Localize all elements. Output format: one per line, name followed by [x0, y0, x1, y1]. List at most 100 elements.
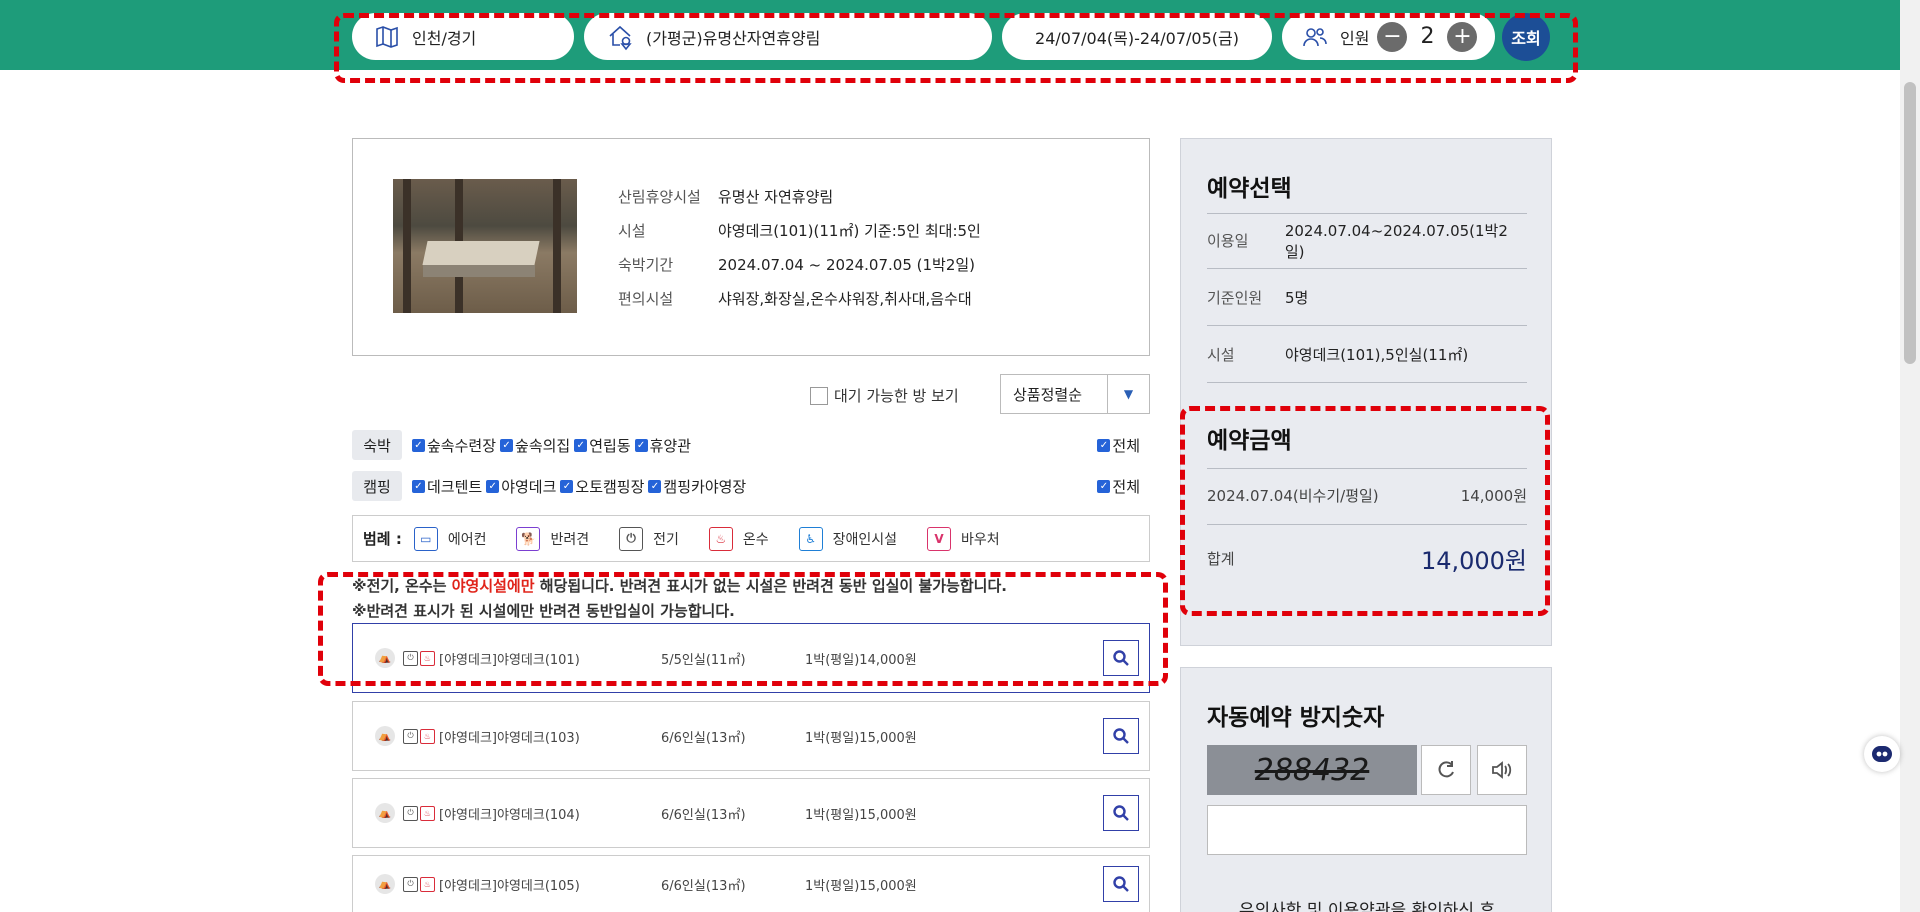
hot-water-icon: ♨ — [420, 728, 435, 744]
room-detail-button[interactable] — [1103, 795, 1139, 831]
facility-row: 산림휴양시설 유명산 자연휴양림 — [618, 187, 834, 206]
captcha-input[interactable] — [1207, 805, 1527, 855]
room-name: [야영데크]야영데크(101) — [439, 652, 580, 668]
speaker-icon — [1492, 761, 1512, 779]
filter-checkbox[interactable]: ✓ 데크텐트 — [412, 476, 482, 497]
price-title: 예약금액 — [1207, 428, 1292, 454]
people-selector: 인원 − 2 + — [1282, 13, 1495, 60]
page-scrollbar[interactable] — [1900, 70, 1920, 912]
scrollbar-top — [1900, 0, 1920, 70]
facility-row: 숙박기간 2024.07.04 ~ 2024.07.05 (1박2일) — [618, 255, 976, 274]
room-name: [야영데크]야영데크(103) — [439, 730, 580, 746]
camping-all-checkbox[interactable]: ✓ 전체 — [1097, 476, 1140, 497]
camping-filter-row: 캠핑 ✓ 데크텐트 ✓ 야영데크 ✓ 오토캠핑장 ✓ 캠핑카야영장 ✓ 전체 — [352, 471, 1150, 501]
room-capacity: 5/5인실(11㎡) — [661, 652, 746, 668]
captcha-title: 자동예약 방지숫자 — [1207, 705, 1385, 731]
room-price: 1박(평일)15,000원 — [805, 878, 917, 894]
room-capacity: 6/6인실(13㎡) — [661, 878, 746, 894]
check-icon: ✓ — [634, 438, 648, 452]
legend-item: ▭ 에어컨 — [413, 526, 486, 551]
filter-checkbox[interactable]: ✓ 연립동 — [574, 435, 631, 456]
legend-title: 범례 : — [363, 530, 402, 548]
region-select[interactable]: 인천/경기 — [352, 13, 574, 60]
date-range-select[interactable]: 24/07/04(목)-24/07/05(금) — [1002, 13, 1272, 60]
room-row[interactable]: ⛺ ⏻ ♨ [야영데크]야영데크(105) 6/6인실(13㎡) 1박(평일)15,… — [352, 855, 1150, 912]
tent-icon: ⛺ — [375, 726, 395, 746]
total-amount: 14,000원 — [1420, 547, 1527, 575]
refresh-icon — [1438, 761, 1454, 778]
hot-water-icon: ♨ — [420, 805, 435, 821]
room-row[interactable]: ⛺ ⏻ ♨ [야영데크]야영데크(103) 6/6인실(13㎡) 1박(평일)15,… — [352, 701, 1150, 771]
electricity-icon: ⏻ — [403, 728, 418, 744]
check-icon: ✓ — [1097, 438, 1111, 452]
filter-checkbox[interactable]: ✓ 휴양관 — [634, 435, 691, 456]
captcha-audio-button[interactable] — [1477, 745, 1527, 795]
facility-info-box: 산림휴양시설 유명산 자연휴양림 시설 야영데크(101)(11㎡) 기준:5인 최… — [352, 138, 1150, 356]
room-row[interactable]: ⛺ ⏻ ♨ [야영데크]야영데크(101) 5/5인실(11㎡) 1박(평일)14,… — [352, 623, 1150, 693]
legend-item: 🐕 반려견 — [516, 526, 589, 551]
notice-pet: ※반려견 표시가 된 시설에만 반려견 동반입실이 가능합니다. — [352, 602, 735, 620]
room-detail-button[interactable] — [1103, 718, 1139, 754]
check-icon: ✓ — [648, 479, 662, 493]
filter-checkbox[interactable]: ✓ 캠핑카야영장 — [648, 476, 746, 497]
facility-photo — [393, 179, 577, 313]
increase-people-button[interactable]: + — [1447, 21, 1478, 52]
waitlist-checkbox[interactable] — [810, 386, 828, 405]
chatbot-icon[interactable] — [1864, 736, 1900, 772]
forest-select[interactable]: (가평군)유명산자연휴양림 — [584, 13, 992, 60]
home-location-icon — [606, 22, 636, 52]
tent-icon: ⛺ — [375, 648, 395, 668]
room-name: [야영데크]야영데크(104) — [439, 807, 580, 823]
chevron-down-icon: ▼ — [1107, 375, 1149, 413]
air-conditioner-icon: ▭ — [413, 526, 438, 551]
reservation-summary-panel: 예약선택 이용일 2024.07.04~2024.07.05(1박2일) 기준인원… — [1180, 138, 1552, 646]
lodging-all-checkbox[interactable]: ✓ 전체 — [1097, 435, 1140, 456]
electricity-icon: ⏻ — [403, 805, 418, 821]
summary-row: 시설 야영데크(101),5인실(11㎡) — [1207, 327, 1527, 383]
legend-item: ♿ 장애인시설 — [798, 526, 897, 551]
room-detail-button[interactable] — [1103, 866, 1139, 902]
pet-dog-icon: 🐕 — [516, 526, 541, 551]
search-icon — [1113, 728, 1129, 744]
sort-select[interactable]: 상품정렬순 ▼ — [1000, 374, 1150, 414]
waitlist-label: 대기 가능한 방 보기 — [834, 387, 959, 405]
search-button[interactable]: 조회 — [1502, 13, 1550, 61]
check-icon: ✓ — [500, 438, 514, 452]
decrease-people-button[interactable]: − — [1377, 21, 1408, 52]
legend-box: 범례 : ▭ 에어컨 🐕 반려견 ⏻ 전기 ♨ 온수 ♿ 장애인시설 V 바우처 — [352, 515, 1150, 562]
summary-title: 예약선택 — [1207, 176, 1292, 202]
filter-checkbox[interactable]: ✓ 숲속의집 — [500, 435, 570, 456]
room-price: 1박(평일)14,000원 — [805, 652, 917, 668]
captcha-panel: 자동예약 방지숫자 288432 유의사항 및 이용약관을 확인하신 후 — [1180, 667, 1552, 912]
waitlist-toggle[interactable]: 대기 가능한 방 보기 — [810, 385, 959, 406]
facility-row: 편의시설 샤워장,화장실,온수샤워장,취사대,음수대 — [618, 289, 972, 308]
room-detail-button[interactable] — [1103, 640, 1139, 676]
legend-item: ⏻ 전기 — [619, 526, 679, 551]
search-icon — [1113, 650, 1129, 666]
date-range-value: 24/07/04(목)-24/07/05(금) — [1035, 28, 1239, 48]
captcha-refresh-button[interactable] — [1421, 745, 1471, 795]
check-icon: ✓ — [486, 479, 500, 493]
hot-water-icon: ♨ — [420, 650, 435, 666]
filter-checkbox[interactable]: ✓ 숲속수련장 — [412, 435, 496, 456]
electricity-icon: ⏻ — [403, 650, 418, 666]
users-icon — [1300, 22, 1330, 52]
region-value: 인천/경기 — [412, 28, 477, 48]
check-icon: ✓ — [574, 438, 588, 452]
room-price: 1박(평일)15,000원 — [805, 730, 917, 746]
facility-row: 시설 야영데크(101)(11㎡) 기준:5인 최대:5인 — [618, 221, 981, 240]
forest-value: (가평군)유명산자연휴양림 — [646, 28, 821, 48]
map-book-icon — [372, 22, 402, 52]
hot-water-icon: ♨ — [420, 876, 435, 892]
voucher-icon: V — [927, 526, 952, 551]
price-line: 2024.07.04(비수기/평일) 14,000원 — [1207, 487, 1527, 505]
total-line: 합계 14,000원 — [1207, 541, 1527, 576]
filter-checkbox[interactable]: ✓ 야영데크 — [486, 476, 556, 497]
sort-value: 상품정렬순 — [1013, 385, 1083, 404]
search-icon — [1113, 876, 1129, 892]
lodging-tag: 숙박 — [352, 430, 402, 460]
room-row[interactable]: ⛺ ⏻ ♨ [야영데크]야영데크(104) 6/6인실(13㎡) 1박(평일)15,… — [352, 778, 1150, 848]
filter-checkbox[interactable]: ✓ 오토캠핑장 — [560, 476, 644, 497]
scroll-thumb[interactable] — [1904, 82, 1916, 364]
check-icon: ✓ — [412, 438, 425, 452]
